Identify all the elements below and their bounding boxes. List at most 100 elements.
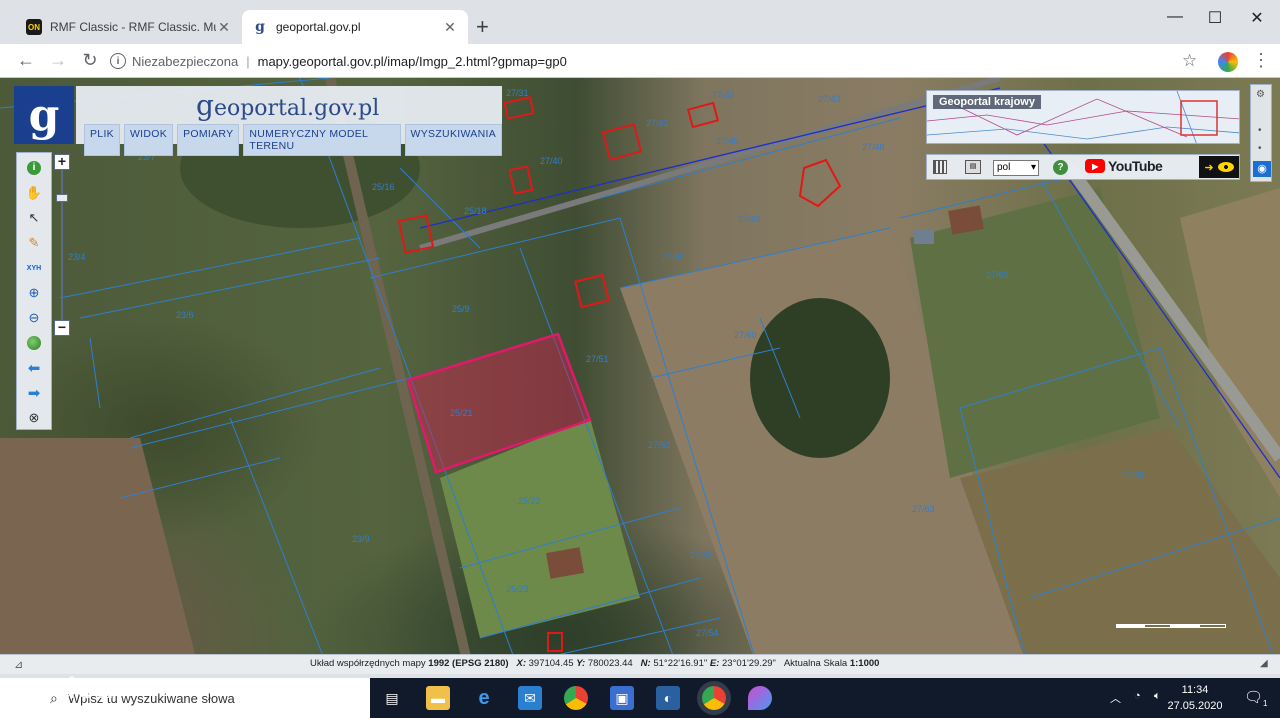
scale-label: Aktualna Skala	[783, 658, 848, 669]
legend-icon[interactable]	[933, 160, 947, 174]
coordinates-readout: Układ współrzędnych mapy 1992 (EPSG 2180…	[310, 658, 879, 669]
parcel-label: 27/53	[690, 550, 713, 560]
youtube-play-icon: ▶	[1085, 159, 1105, 173]
resize-grip-icon[interactable]: ◢	[1260, 658, 1268, 669]
parcel-label: 25/21	[450, 408, 473, 418]
menu-pomiary[interactable]: POMIARY	[177, 124, 240, 156]
parcel-label: 27/64	[1122, 470, 1145, 480]
more-menu-icon[interactable]: ⋮	[1252, 50, 1270, 71]
e-value: 23°01'29.29"	[722, 658, 776, 669]
pan-hand-icon[interactable]: ✋	[25, 184, 43, 202]
zoom-handle[interactable]	[56, 194, 68, 202]
parcel-label: 27/51	[586, 354, 609, 364]
accessibility-button[interactable]: ➜	[1199, 156, 1239, 178]
geoportal-banner: geoportal.gov.pl PLIK WIDOK POMIARY NUME…	[76, 86, 502, 156]
dot-icon[interactable]: •	[1258, 125, 1262, 136]
parcel-label: 27/41	[646, 118, 669, 128]
forward-arrow-icon[interactable]: →	[46, 50, 70, 71]
parcel-label: 23/9	[352, 534, 370, 544]
task-view-icon[interactable]: ▤	[380, 686, 404, 710]
x-label: X:	[516, 658, 526, 669]
pencil-icon[interactable]: ✎	[25, 234, 43, 252]
new-tab-button[interactable]: +	[476, 14, 489, 40]
layers-icon[interactable]: ⚙	[1256, 89, 1265, 100]
chrome-icon[interactable]	[564, 686, 588, 710]
mail-icon[interactable]: ✉	[518, 686, 542, 710]
xyz-coords-icon[interactable]: XYH	[25, 259, 43, 277]
eye-icon[interactable]: ◉	[1253, 161, 1271, 177]
parcel-label: 25/18	[464, 206, 487, 216]
scale-bar	[1116, 624, 1226, 630]
close-icon[interactable]: ✕	[442, 19, 458, 36]
file-explorer-icon[interactable]: ▬	[426, 686, 450, 710]
geoportal-icon: g	[255, 19, 265, 35]
menu-wyszukiwania[interactable]: WYSZUKIWANIA	[404, 124, 502, 156]
parcel-label: 27/49	[738, 214, 761, 224]
screen: ON RMF Classic - RMF Classic. Muzyka fil…	[0, 0, 1280, 718]
tab-geoportal[interactable]: g geoportal.gov.pl ✕	[242, 10, 468, 44]
zoom-plus-button[interactable]: +	[54, 154, 70, 170]
menu-nmt[interactable]: NUMERYCZNY MODEL TERENU	[243, 124, 401, 156]
browser-toolbar: ← → ↻ i Niezabezpieczona | mapy.geoporta…	[0, 44, 1280, 78]
info-icon[interactable]: i	[110, 53, 126, 69]
store-icon[interactable]: ▣	[610, 686, 634, 710]
zoom-out-icon[interactable]: ⊖	[25, 309, 43, 327]
parcel-label: 27/42	[712, 90, 735, 100]
network-icon[interactable]: ◔	[1134, 690, 1141, 702]
insecure-label: Niezabezpieczona	[132, 53, 239, 69]
maximize-icon[interactable]: ☐	[1200, 8, 1230, 28]
overview-map[interactable]: Geoportal krajowy	[926, 90, 1240, 144]
minimize-icon[interactable]: —	[1160, 8, 1190, 26]
tab-title: RMF Classic - RMF Classic. Muzyka filmow…	[50, 20, 216, 34]
arrow-right-icon: ➜	[1204, 161, 1214, 174]
back-arrow-icon[interactable]: ←	[14, 50, 38, 71]
menu-widok[interactable]: WIDOK	[123, 124, 174, 156]
chevron-up-icon[interactable]: ︿	[1110, 690, 1121, 706]
parcel-label: 27/60	[734, 330, 757, 340]
next-view-icon[interactable]: ➡	[25, 384, 43, 402]
address-bar[interactable]: i Niezabezpieczona | mapy.geoportal.gov.…	[110, 48, 1190, 74]
zoom-slider[interactable]: + −	[54, 154, 70, 336]
overview-title: Geoportal krajowy	[933, 95, 1041, 109]
help-icon[interactable]: ?	[1053, 160, 1068, 175]
tree-cluster	[750, 298, 890, 458]
parcel-label: 27/59	[662, 252, 685, 262]
coords-system: 1992 (EPSG 2180)	[428, 658, 509, 669]
previous-view-icon[interactable]: ⬅	[25, 359, 43, 377]
parcel-label: 27/45	[716, 136, 739, 146]
help-lifebuoy-icon[interactable]: ⊗	[25, 409, 43, 427]
paint-icon[interactable]	[748, 686, 772, 710]
geoportal-logo[interactable]: g	[14, 86, 74, 144]
zoom-in-icon[interactable]: ⊕	[25, 284, 43, 302]
edge-icon[interactable]: e	[472, 686, 496, 710]
tab-rmf-classic[interactable]: ON RMF Classic - RMF Classic. Muzyka fil…	[16, 10, 242, 44]
collapse-icon[interactable]: ⊿	[14, 658, 23, 671]
profile-avatar-icon[interactable]	[1218, 52, 1238, 72]
menu-plik[interactable]: PLIK	[84, 124, 120, 156]
site-title-g: g	[196, 89, 214, 122]
notification-icon[interactable]: 🗨︎1	[1244, 688, 1268, 708]
clock[interactable]: 11:34 27.05.2020	[1160, 682, 1230, 714]
window-close-icon[interactable]: ✕	[1242, 8, 1272, 28]
print-icon[interactable]: ▤	[965, 160, 981, 174]
globe-icon[interactable]	[25, 334, 43, 352]
zoom-minus-button[interactable]: −	[54, 320, 70, 336]
watermark-logo: otodom	[8, 672, 124, 705]
scale-value: 1:1000	[849, 658, 880, 669]
outlook-icon[interactable]: ◐	[656, 686, 680, 710]
chrome-active-icon[interactable]	[702, 686, 726, 710]
geoportal-header: g geoportal.gov.pl PLIK WIDOK POMIARY NU…	[14, 86, 502, 156]
reload-icon[interactable]: ↻	[78, 50, 102, 71]
close-icon[interactable]: ✕	[216, 19, 232, 36]
youtube-link[interactable]: ▶ YouTube	[1085, 158, 1163, 174]
language-select[interactable]: pol ▾	[993, 160, 1039, 176]
dot-icon[interactable]: •	[1258, 143, 1262, 154]
map-tools: i ✋ ↖ ✎ XYH ⊕ ⊖ ⬅ ➡ ⊗	[16, 152, 52, 430]
parcel-label: 25/9	[452, 304, 470, 314]
select-arrow-icon[interactable]: ↖	[25, 209, 43, 227]
windows-taskbar: ⌕ Wpisz tu wyszukiwane słowa ▤ ▬ e ✉ ▣ ◐…	[0, 678, 1280, 718]
url-text: mapy.geoportal.gov.pl/imap/Imgp_2.html?g…	[257, 53, 567, 69]
info-icon[interactable]: i	[25, 159, 43, 177]
right-mini-toolbar: ⚙ • • ◉	[1250, 84, 1272, 182]
bookmark-star-icon[interactable]: ☆	[1182, 51, 1197, 71]
